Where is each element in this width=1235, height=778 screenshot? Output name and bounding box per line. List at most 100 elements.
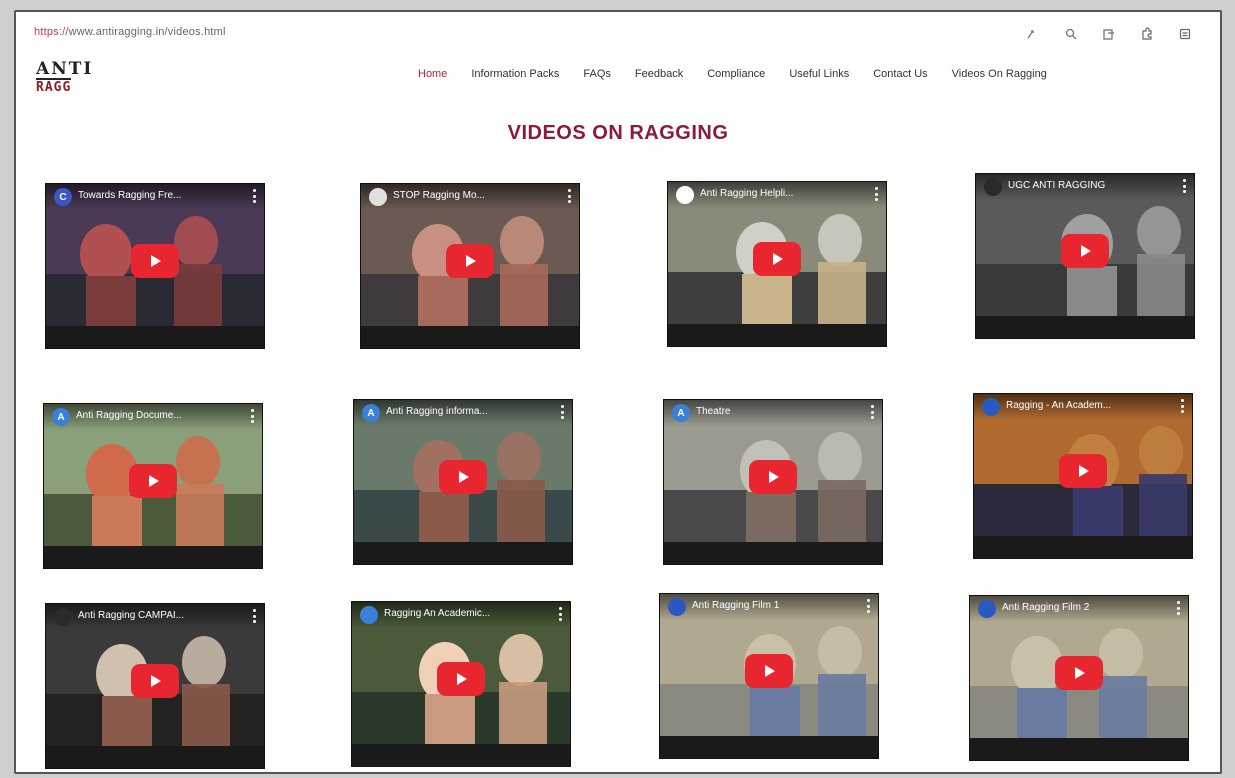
more-options-icon[interactable] (252, 609, 256, 623)
logo-wordmark: ANTI (36, 59, 94, 79)
video-title[interactable]: Ragging - An Academ... (1006, 400, 1156, 411)
video-title[interactable]: Anti Ragging Film 1 (692, 600, 842, 611)
video-bottom-bar (44, 546, 262, 568)
site-logo[interactable]: ANTI RAGG (36, 60, 106, 100)
nav-link-compliance[interactable]: Compliance (695, 68, 777, 80)
play-button[interactable] (131, 664, 179, 698)
play-button[interactable] (129, 464, 177, 498)
video-bottom-bar (664, 542, 882, 564)
logo-subtext: RAGG (36, 78, 72, 95)
play-button[interactable] (446, 244, 494, 278)
more-options-icon[interactable] (874, 187, 878, 201)
video-bottom-bar (361, 326, 579, 348)
video-title[interactable]: Anti Ragging Helpli... (700, 188, 850, 199)
more-options-icon[interactable] (1176, 601, 1180, 615)
video-title[interactable]: Anti Ragging CAMPAI... (78, 610, 228, 621)
channel-avatar[interactable] (668, 598, 686, 616)
channel-avatar[interactable] (676, 186, 694, 204)
more-options-icon[interactable] (567, 189, 571, 203)
channel-avatar[interactable] (978, 600, 996, 618)
url-path: www.antiragging.in/videos.html (68, 26, 226, 38)
url-text[interactable]: https://www.antiragging.in/videos.html (34, 26, 226, 38)
channel-avatar[interactable]: A (52, 408, 70, 426)
play-icon (1075, 667, 1085, 679)
extensions-icon[interactable] (1128, 24, 1166, 44)
play-icon (151, 255, 161, 267)
nav-link-useful-links[interactable]: Useful Links (777, 68, 861, 80)
play-button[interactable] (745, 654, 793, 688)
video-title[interactable]: Anti Ragging informa... (386, 406, 536, 417)
play-button[interactable] (131, 244, 179, 278)
more-options-icon[interactable] (558, 607, 562, 621)
nav-link-feedback[interactable]: Feedback (623, 68, 695, 80)
video-title-bar: Anti Ragging Film 1 (660, 594, 878, 620)
more-options-icon[interactable] (252, 189, 256, 203)
play-button[interactable] (437, 662, 485, 696)
video-embed[interactable]: Anti Ragging CAMPAI... (46, 604, 264, 768)
video-title[interactable]: STOP Ragging Mo... (393, 190, 543, 201)
nav-link-contact-us[interactable]: Contact Us (861, 68, 939, 80)
channel-avatar[interactable]: A (362, 404, 380, 422)
video-embed[interactable]: STOP Ragging Mo... (361, 184, 579, 348)
play-icon (149, 475, 159, 487)
zoom-icon[interactable] (1014, 24, 1052, 44)
play-button[interactable] (753, 242, 801, 276)
video-embed[interactable]: UGC ANTI RAGGING (976, 174, 1194, 338)
nav-link-information-packs[interactable]: Information Packs (459, 68, 571, 80)
play-icon (151, 675, 161, 687)
play-icon (1081, 245, 1091, 257)
channel-letter: A (57, 411, 65, 423)
menu-icon[interactable] (1166, 24, 1204, 44)
more-options-icon[interactable] (1182, 179, 1186, 193)
video-bottom-bar (352, 744, 570, 766)
channel-avatar[interactable]: C (54, 188, 72, 206)
video-embed[interactable]: Anti Ragging Helpli... (668, 182, 886, 346)
more-options-icon[interactable] (1180, 399, 1184, 413)
nav-link-videos-on-ragging[interactable]: Videos On Ragging (940, 68, 1059, 80)
play-button[interactable] (749, 460, 797, 494)
more-options-icon[interactable] (560, 405, 564, 419)
video-title[interactable]: Anti Ragging Docume... (76, 410, 226, 421)
address-bar[interactable]: https://www.antiragging.in/videos.html (34, 24, 1204, 44)
play-button[interactable] (1061, 234, 1109, 268)
play-button[interactable] (439, 460, 487, 494)
video-embed[interactable]: Anti Ragging Film 2 (970, 596, 1188, 760)
channel-avatar[interactable] (54, 608, 72, 626)
play-icon (765, 665, 775, 677)
video-embed[interactable]: Ragging An Academic... (352, 602, 570, 766)
nav-link-faqs[interactable]: FAQs (571, 68, 623, 80)
more-options-icon[interactable] (250, 409, 254, 423)
more-options-icon[interactable] (870, 405, 874, 419)
play-icon (459, 471, 469, 483)
channel-letter: C (59, 191, 67, 203)
video-embed[interactable]: Anti Ragging Film 1 (660, 594, 878, 758)
nav-link-home[interactable]: Home (406, 68, 459, 80)
video-embed[interactable]: A Anti Ragging Docume... (44, 404, 262, 568)
video-embed[interactable]: C Towards Ragging Fre... (46, 184, 264, 348)
video-bottom-bar (974, 536, 1192, 558)
more-options-icon[interactable] (866, 599, 870, 613)
video-title-bar: Anti Ragging Film 2 (970, 596, 1188, 622)
video-title-bar: Anti Ragging CAMPAI... (46, 604, 264, 630)
channel-avatar[interactable] (984, 178, 1002, 196)
video-title[interactable]: Theatre (696, 406, 846, 417)
channel-avatar[interactable] (369, 188, 387, 206)
channel-letter: A (677, 407, 685, 419)
tab-icon[interactable] (1090, 24, 1128, 44)
video-title[interactable]: Towards Ragging Fre... (78, 190, 228, 201)
channel-avatar[interactable] (982, 398, 1000, 416)
play-icon (466, 255, 476, 267)
search-icon[interactable] (1052, 24, 1090, 44)
channel-avatar[interactable] (360, 606, 378, 624)
video-embed[interactable]: A Anti Ragging informa... (354, 400, 572, 564)
video-title-bar: A Anti Ragging Docume... (44, 404, 262, 430)
video-title-bar: STOP Ragging Mo... (361, 184, 579, 210)
video-title[interactable]: Anti Ragging Film 2 (1002, 602, 1152, 613)
video-title[interactable]: Ragging An Academic... (384, 608, 534, 619)
video-title[interactable]: UGC ANTI RAGGING (1008, 180, 1158, 191)
play-button[interactable] (1055, 656, 1103, 690)
video-embed[interactable]: Ragging - An Academ... (974, 394, 1192, 558)
video-embed[interactable]: A Theatre (664, 400, 882, 564)
channel-avatar[interactable]: A (672, 404, 690, 422)
play-button[interactable] (1059, 454, 1107, 488)
